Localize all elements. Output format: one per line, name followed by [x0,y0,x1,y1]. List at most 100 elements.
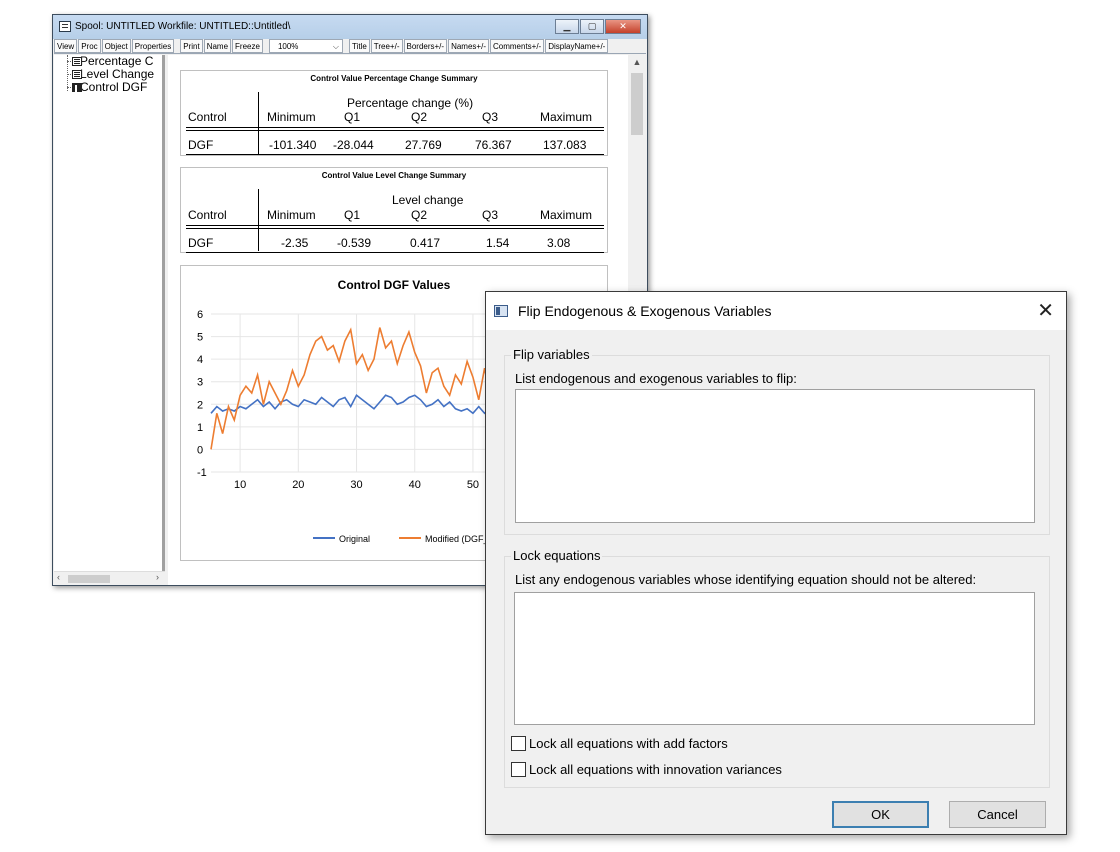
zoom-select[interactable]: 100% ⌵ [268,39,343,53]
group-label: Flip variables [511,347,592,362]
toolbar-proc-button[interactable]: Proc [78,39,101,53]
table-icon [72,70,82,79]
table-icon [72,57,82,66]
tree-item-control-dgf[interactable]: Control DGF [54,81,162,94]
minimize-button[interactable]: ▁ [555,19,579,34]
y-tick-label: -1 [197,467,207,479]
lock-variables-textarea[interactable] [514,592,1035,725]
table-header: Q3 [482,208,499,222]
toolbar-object-button[interactable]: Object [101,39,131,53]
scroll-thumb[interactable] [631,73,643,135]
table-group-header: Level change [392,193,464,207]
x-tick-label: 10 [234,479,246,491]
table-title: Control Value Level Change Summary [321,171,467,180]
table-header: Minimum [267,110,316,124]
table-cell: 1.54 [486,236,510,250]
table-cell: -28.044 [333,138,374,152]
lock-add-factors-checkbox-row[interactable]: Lock all equations with add factors [511,736,728,751]
scroll-right-icon[interactable]: › [156,572,159,582]
x-tick-label: 30 [350,479,362,491]
scroll-up-icon[interactable]: ▲ [628,57,646,67]
toolbar-tree-button[interactable]: Tree+/- [370,39,403,53]
checkbox-label: Lock all equations with add factors [529,736,728,751]
dialog-title-bar[interactable]: Flip Endogenous & Exogenous Variables ✕ [486,292,1066,330]
percentage-change-table: Control Value Percentage Change Summary … [180,70,608,156]
table-cell: 76.367 [475,138,512,152]
table-cell: -2.35 [281,236,309,250]
y-tick-label: 1 [197,422,203,434]
group-label: Lock equations [511,548,603,563]
spool-app-icon [59,21,71,32]
table-header: Control [188,110,227,124]
table-cell: DGF [188,236,214,250]
dialog-app-icon [494,305,508,317]
lock-equations-group: Lock equations List any endogenous varia… [504,548,1050,788]
toolbar-comments-button[interactable]: Comments+/- [489,39,545,53]
table-header: Q2 [411,110,428,124]
table-cell: 3.08 [547,236,571,250]
y-tick-label: 0 [197,444,203,456]
zoom-value: 100% [277,42,299,51]
flip-variables-textarea[interactable] [515,389,1035,523]
checkbox-label: Lock all equations with innovation varia… [529,762,782,777]
table-header: Minimum [267,208,316,222]
spool-tree: Percentage C Level Change Control DGF [54,55,165,585]
scroll-left-icon[interactable]: ‹ [57,572,60,582]
flip-variables-dialog: Flip Endogenous & Exogenous Variables ✕ … [485,291,1067,835]
ok-button[interactable]: OK [832,801,929,828]
dialog-title: Flip Endogenous & Exogenous Variables [518,303,772,319]
tree-horizontal-scrollbar[interactable]: ‹ › [54,571,165,585]
lock-add-factors-checkbox[interactable] [511,736,526,751]
toolbar-properties-button[interactable]: Properties [131,39,175,53]
toolbar-displayname-button[interactable]: DisplayName+/- [545,39,609,53]
flip-variables-group: Flip variables List endogenous and exoge… [504,347,1050,535]
lock-innovation-variances-checkbox-row[interactable]: Lock all equations with innovation varia… [511,762,782,777]
chevron-down-icon: ⌵ [332,42,339,51]
maximize-button[interactable]: ▢ [580,19,604,34]
tree-item-label: Control DGF [80,80,148,94]
table-header: Control [188,208,227,222]
table-group-header: Percentage change (%) [347,96,474,110]
x-tick-label: 40 [409,479,421,491]
toolbar-borders-button[interactable]: Borders+/- [403,39,448,53]
table-header: Q3 [482,110,499,124]
scroll-thumb[interactable] [68,575,110,583]
x-tick-label: 50 [467,479,479,491]
toolbar-name-button[interactable]: Name [203,39,232,53]
table-title: Control Value Percentage Change Summary [310,74,478,83]
cancel-button[interactable]: Cancel [949,801,1046,828]
close-icon[interactable]: ✕ [1037,292,1054,330]
y-tick-label: 3 [197,377,203,389]
table-cell: DGF [188,138,214,152]
lock-prompt: List any endogenous variables whose iden… [515,572,977,587]
table-cell: 137.083 [543,138,587,152]
table-header: Q1 [344,110,361,124]
flip-prompt: List endogenous and exogenous variables … [515,371,797,386]
table-cell: 27.769 [405,138,442,152]
table-cell: 0.417 [410,236,441,250]
toolbar-title-button[interactable]: Title [348,39,370,53]
table-header: Maximum [540,208,593,222]
lock-innovation-variances-checkbox[interactable] [511,762,526,777]
table-cell: -101.340 [269,138,317,152]
y-tick-label: 6 [197,309,203,321]
toolbar-view-button[interactable]: View [54,39,78,53]
table-header: Q1 [344,208,361,222]
spool-title-bar[interactable]: Spool: UNTITLED Workfile: UNTITLED::Unti… [53,15,647,39]
graph-icon [72,83,82,92]
legend-label: Original [339,534,370,544]
tree-item-label: Level Change [80,67,155,81]
toolbar-freeze-button[interactable]: Freeze [232,39,263,53]
spool-toolbar: View Proc Object Properties Print Name F… [54,39,646,54]
y-tick-label: 2 [197,399,203,411]
spool-title-text: Spool: UNTITLED Workfile: UNTITLED::Unti… [75,21,291,32]
y-tick-label: 5 [197,332,203,344]
toolbar-names-button[interactable]: Names+/- [448,39,489,53]
y-tick-label: 4 [197,354,203,366]
level-change-table: Control Value Level Change Summary Level… [180,167,608,253]
x-tick-label: 20 [292,479,304,491]
close-button[interactable]: ✕ [605,19,641,34]
table-header: Maximum [540,110,593,124]
toolbar-print-button[interactable]: Print [180,39,203,53]
table-cell: -0.539 [337,236,372,250]
